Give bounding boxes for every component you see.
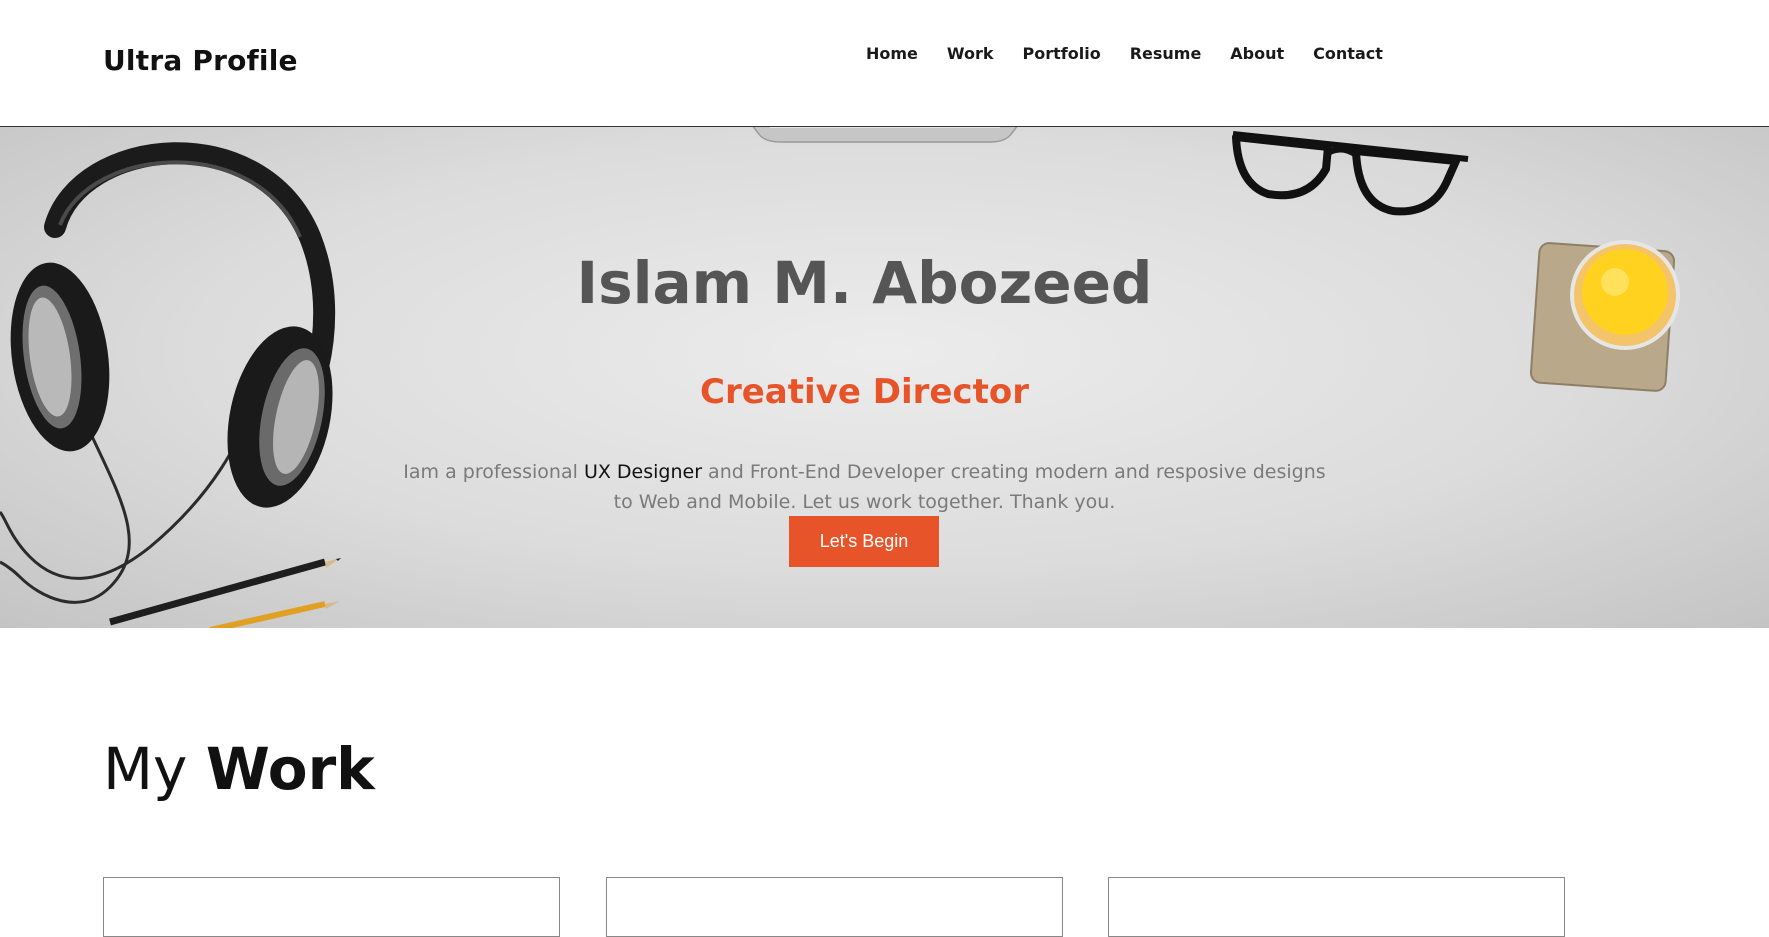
- hero-role: Creative Director: [700, 372, 1029, 412]
- site-header: Ultra Profile Home Work Portfolio Resume…: [0, 0, 1769, 127]
- nav-about[interactable]: About: [1230, 44, 1284, 63]
- work-card[interactable]: [1108, 877, 1565, 937]
- lets-begin-button[interactable]: Let's Begin: [789, 516, 939, 567]
- nav-work[interactable]: Work: [947, 44, 994, 63]
- hero-name: Islam M. Abozeed: [576, 249, 1153, 317]
- nav-resume[interactable]: Resume: [1130, 44, 1202, 63]
- glasses-icon: [1232, 131, 1469, 216]
- hero-description: Iam a professional UX Designer and Front…: [392, 457, 1337, 517]
- work-card[interactable]: [103, 877, 560, 937]
- nav-portfolio[interactable]: Portfolio: [1023, 44, 1101, 63]
- hero-section: Islam M. Abozeed Creative Director Iam a…: [0, 127, 1769, 628]
- work-title: My Work: [103, 735, 375, 803]
- work-title-bold: Work: [205, 735, 375, 803]
- work-title-light: My: [103, 735, 206, 803]
- nav-home[interactable]: Home: [866, 44, 918, 63]
- hero-desc-highlight: UX Designer: [583, 461, 703, 483]
- work-card[interactable]: [606, 877, 1063, 937]
- brand-logo[interactable]: Ultra Profile: [103, 44, 298, 77]
- hero-desc-rest: and Front-End Developer creating modern …: [613, 461, 1326, 513]
- main-nav: Home Work Portfolio Resume About Contact: [866, 44, 1412, 63]
- monitor-stand-icon: [752, 127, 1018, 143]
- hero-desc-intro: Iam a professional: [403, 461, 584, 483]
- nav-contact[interactable]: Contact: [1313, 44, 1383, 63]
- pencil-icon: [109, 558, 341, 628]
